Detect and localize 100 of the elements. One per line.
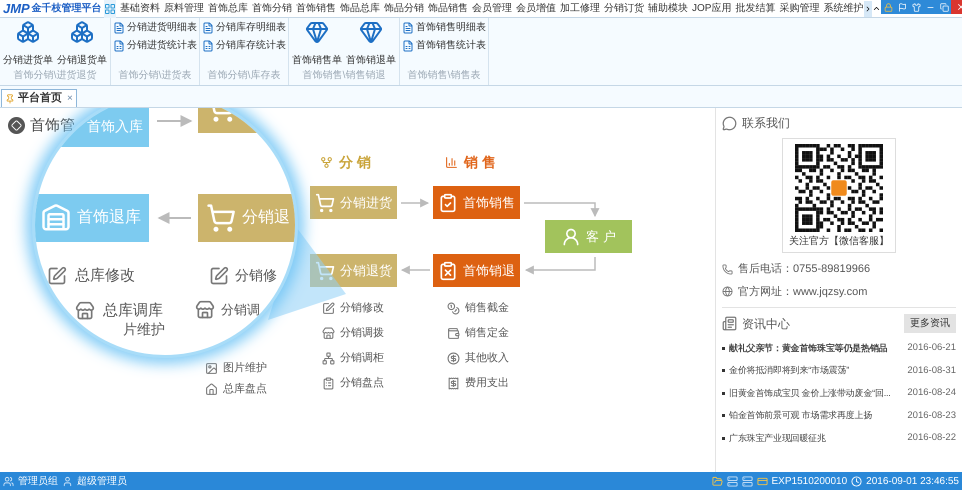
function-link[interactable]: 图片维护: [223, 360, 267, 376]
function-link[interactable]: 其他收入: [465, 350, 509, 366]
folder-icon: [712, 476, 723, 486]
dollar-icon: [447, 352, 460, 365]
phone-icon: [722, 264, 733, 275]
ribbon-large-button[interactable]: 分销进货单: [2, 20, 54, 68]
function-link[interactable]: 销售截金: [465, 300, 509, 316]
news-title[interactable]: 金价将抵消即将到来“市场震荡”: [729, 364, 849, 378]
function-link[interactable]: 总库盘点: [223, 381, 267, 398]
edit-icon: [322, 302, 335, 315]
more-news-button[interactable]: 更多资讯: [904, 314, 956, 333]
node-label: 首饰退库: [77, 208, 141, 228]
server-icon: [726, 476, 738, 486]
scroll-right-icon[interactable]: [864, 0, 872, 16]
news-date: 2016-08-24: [907, 386, 956, 400]
ribbon-small-button[interactable]: 首饰销售明细表: [402, 20, 486, 35]
menu-item[interactable]: 首饰总库: [207, 1, 249, 16]
bullet-icon: [722, 436, 725, 440]
menu-item[interactable]: JOP应用: [691, 1, 732, 16]
menu-item[interactable]: 会员管理: [471, 1, 513, 16]
menu-item[interactable]: 原料管理: [163, 1, 205, 16]
news-title[interactable]: 旧黄金首饰成宝贝 金价上涨带动废金“回...: [729, 386, 891, 400]
ribbon-small-button[interactable]: 分销进货统计表: [113, 38, 197, 53]
menu-item[interactable]: 采购管理: [778, 1, 820, 16]
document-icon: [202, 22, 214, 34]
boxes-icon: [70, 20, 94, 44]
news-title[interactable]: 献礼父亲节：黄金首饰珠宝等仍是热销品: [729, 342, 888, 355]
ribbon-large-button[interactable]: 首饰销退单: [345, 20, 397, 68]
ribbon-small-button[interactable]: 分销进货明细表: [113, 20, 197, 35]
store-icon: [322, 326, 335, 340]
arrow: [400, 266, 430, 274]
menu-item[interactable]: 辅助模块: [647, 1, 689, 16]
users-icon: [3, 476, 14, 486]
globe-icon: [722, 286, 733, 298]
spreadsheet-icon: [202, 40, 214, 52]
section-header: 分 销: [339, 153, 371, 172]
menu-item[interactable]: 系统维护: [822, 1, 864, 16]
store-icon: [195, 300, 215, 320]
section-title: 联系我们: [742, 115, 790, 132]
edit-icon: [209, 266, 229, 286]
diamond-icon: [8, 117, 25, 134]
node-label: 首饰入库: [87, 117, 143, 136]
news-title[interactable]: 广东珠宝产业现回暖征兆: [729, 432, 826, 445]
menu-item[interactable]: 饰品分销: [383, 1, 425, 16]
function-link[interactable]: 费用支出: [465, 375, 509, 392]
function-link[interactable]: 分销修改: [340, 300, 384, 316]
chat-icon: [722, 116, 737, 130]
ribbon-large-button[interactable]: 分销退货单: [56, 20, 108, 68]
bullet-icon: [722, 346, 725, 350]
ribbon-small-button[interactable]: 首饰销售统计表: [402, 38, 486, 53]
news-date: 2016-08-31: [907, 364, 956, 378]
group-caption: 首饰分销\进货表: [118, 68, 192, 83]
tab[interactable]: 平台首页 ×: [1, 89, 77, 107]
clipboard-x-icon: [438, 260, 458, 280]
function-link[interactable]: 分销盘点: [340, 375, 384, 392]
coins-icon: [447, 302, 460, 315]
node-label: 首饰销售: [463, 194, 515, 212]
arrow: [524, 257, 596, 274]
bullet-icon: [722, 369, 725, 372]
menu-item[interactable]: 首饰销售: [295, 1, 337, 16]
ribbon-small-button[interactable]: 分销库存明细表: [202, 20, 286, 35]
tab-label: 平台首页: [18, 90, 62, 106]
function-link[interactable]: 销售定金: [465, 325, 509, 342]
user-group: 管理员组: [18, 474, 58, 488]
date-time: 2016-09-01 23:46:55: [866, 474, 959, 488]
user-role: 超级管理员: [77, 474, 127, 488]
news-title[interactable]: 铂金首饰前景可观 市场需求再度上扬: [729, 409, 872, 422]
bar-chart-icon: [445, 156, 458, 169]
tab-close-button[interactable]: ×: [67, 91, 73, 106]
ribbon-small-button[interactable]: 分销库存统计表: [202, 38, 286, 53]
function-link[interactable]: 分销调拨: [340, 325, 384, 342]
menu-item[interactable]: 饰品总库: [339, 1, 381, 16]
menu-item[interactable]: 加工修理: [559, 1, 601, 16]
group-caption: 首饰分销\库存表: [206, 68, 282, 83]
edit-icon: [47, 266, 67, 286]
news-date: 2016-08-23: [907, 408, 956, 423]
flow-node[interactable]: 首饰销售: [433, 186, 520, 219]
cart-icon: [206, 203, 236, 233]
menu-item[interactable]: 饰品销售: [427, 1, 469, 16]
menu-item[interactable]: 基础资料: [119, 1, 161, 16]
news-date: 2016-06-21: [907, 341, 956, 356]
ribbon-large-button[interactable]: 首饰销售单: [291, 20, 343, 68]
node-label: 分销进货: [340, 194, 392, 212]
menu-item[interactable]: 首饰分销: [251, 1, 293, 16]
group-caption: 首饰销售\销售表: [406, 68, 482, 83]
network-icon: [322, 352, 335, 365]
server-icon: [742, 476, 753, 486]
menu-item[interactable]: 批发结算: [734, 1, 776, 16]
pin-icon: [5, 94, 15, 104]
image-icon: [205, 362, 218, 375]
user-icon: [62, 476, 73, 486]
menu-item[interactable]: 会员增值: [515, 1, 557, 16]
menu-item[interactable]: 分销订货: [603, 1, 645, 16]
website: 官方网址：www.jqzsy.com: [738, 284, 868, 300]
flow-node[interactable]: 首饰销退: [433, 254, 520, 287]
warehouse-icon: [41, 203, 71, 233]
arrow: [157, 115, 192, 127]
grid-icon[interactable]: [104, 0, 116, 18]
news-icon: [722, 316, 737, 331]
function-link[interactable]: 分销调柜: [340, 350, 384, 366]
